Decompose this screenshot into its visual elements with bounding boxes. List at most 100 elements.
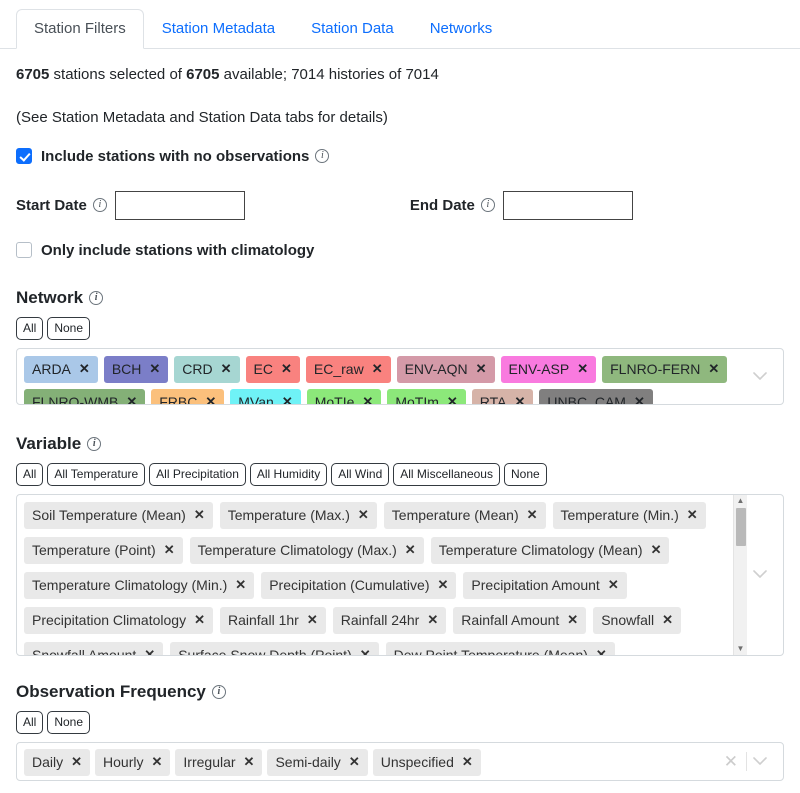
network-tag[interactable]: UNBC_CAM✕ (539, 389, 652, 404)
network-tag[interactable]: MoTIm✕ (387, 389, 465, 404)
remove-tag-icon[interactable]: ✕ (405, 543, 416, 556)
remove-tag-icon[interactable]: ✕ (244, 755, 255, 768)
remove-tag-icon[interactable]: ✕ (596, 648, 607, 655)
info-icon[interactable]: i (315, 149, 329, 163)
remove-tag-icon[interactable]: ✕ (281, 362, 292, 375)
frequency-tag[interactable]: Hourly✕ (95, 749, 170, 776)
variable-tag[interactable]: Surface Snow Depth (Point)✕ (170, 642, 378, 655)
remove-tag-icon[interactable]: ✕ (71, 755, 82, 768)
remove-tag-icon[interactable]: ✕ (447, 395, 458, 404)
remove-tag-icon[interactable]: ✕ (515, 395, 526, 404)
frequency-tag[interactable]: Unspecified✕ (373, 749, 481, 776)
network-select-none-button[interactable]: None (47, 317, 90, 340)
chevron-down-icon[interactable] (747, 757, 773, 766)
network-multiselect[interactable]: ARDA✕BCH✕CRD✕EC✕EC_raw✕ENV-AQN✕ENV-ASP✕F… (16, 348, 784, 405)
network-tag[interactable]: ENV-AQN✕ (397, 356, 495, 383)
network-tag[interactable]: EC_raw✕ (306, 356, 391, 383)
variable-tag[interactable]: Soil Temperature (Mean)✕ (24, 502, 213, 529)
variable-scrollbar[interactable]: ▲ ▼ (733, 495, 747, 655)
remove-tag-icon[interactable]: ✕ (476, 362, 487, 375)
chevron-down-icon[interactable] (747, 570, 773, 579)
variable-tag[interactable]: Precipitation (Cumulative)✕ (261, 572, 456, 599)
variable-tag[interactable]: Temperature (Point)✕ (24, 537, 183, 564)
remove-tag-icon[interactable]: ✕ (527, 508, 538, 521)
network-tag[interactable]: FRBC✕ (151, 389, 224, 404)
remove-tag-icon[interactable]: ✕ (307, 613, 318, 626)
info-icon[interactable]: i (212, 685, 226, 699)
network-tag[interactable]: EC✕ (246, 356, 300, 383)
remove-tag-icon[interactable]: ✕ (358, 508, 369, 521)
variable-tag[interactable]: Rainfall 1hr✕ (220, 607, 326, 634)
frequency-tag[interactable]: Daily✕ (24, 749, 90, 776)
scroll-up-icon[interactable]: ▲ (737, 497, 745, 505)
tab-station-filters[interactable]: Station Filters (16, 9, 144, 49)
remove-tag-icon[interactable]: ✕ (438, 578, 449, 591)
network-tag[interactable]: FLNRO-WMB✕ (24, 389, 145, 404)
start-date-input[interactable] (115, 191, 245, 220)
variable-tag[interactable]: Temperature Climatology (Min.)✕ (24, 572, 254, 599)
frequency-select-none-button[interactable]: None (47, 711, 90, 734)
chevron-down-icon[interactable] (747, 372, 773, 381)
tab-station-metadata[interactable]: Station Metadata (144, 9, 293, 49)
remove-tag-icon[interactable]: ✕ (205, 395, 216, 404)
remove-tag-icon[interactable]: ✕ (360, 648, 371, 655)
frequency-multiselect[interactable]: Daily✕Hourly✕Irregular✕Semi-daily✕Unspec… (16, 742, 784, 781)
variable-tag[interactable]: Temperature (Min.)✕ (553, 502, 706, 529)
variable-quick-button[interactable]: All Precipitation (149, 463, 246, 486)
include-no-observations-row[interactable]: Include stations with no observations i (16, 148, 784, 165)
remove-tag-icon[interactable]: ✕ (462, 755, 473, 768)
network-tag[interactable]: FLNRO-FERN✕ (602, 356, 727, 383)
remove-tag-icon[interactable]: ✕ (372, 362, 383, 375)
variable-quick-button[interactable]: All Temperature (47, 463, 145, 486)
info-icon[interactable]: i (481, 198, 495, 212)
variable-quick-button[interactable]: None (504, 463, 547, 486)
remove-tag-icon[interactable]: ✕ (567, 613, 578, 626)
remove-tag-icon[interactable]: ✕ (362, 395, 373, 404)
network-tag[interactable]: CRD✕ (174, 356, 239, 383)
network-tag[interactable]: ARDA✕ (24, 356, 98, 383)
variable-tag[interactable]: Precipitation Amount✕ (463, 572, 626, 599)
network-tag[interactable]: BCH✕ (104, 356, 168, 383)
remove-tag-icon[interactable]: ✕ (634, 395, 645, 404)
variable-tag[interactable]: Temperature (Max.)✕ (220, 502, 377, 529)
network-tag[interactable]: RTA✕ (472, 389, 534, 404)
frequency-tag[interactable]: Irregular✕ (175, 749, 262, 776)
tab-station-data[interactable]: Station Data (293, 9, 412, 49)
variable-tag[interactable]: Temperature (Mean)✕ (384, 502, 546, 529)
remove-tag-icon[interactable]: ✕ (126, 395, 137, 404)
variable-tag[interactable]: Snowfall✕ (593, 607, 681, 634)
include-no-observations-checkbox[interactable] (16, 148, 32, 164)
remove-tag-icon[interactable]: ✕ (282, 395, 293, 404)
variable-tag[interactable]: Rainfall Amount✕ (453, 607, 586, 634)
network-tag[interactable]: ENV-ASP✕ (501, 356, 597, 383)
info-icon[interactable]: i (93, 198, 107, 212)
only-climatology-checkbox[interactable] (16, 242, 32, 258)
remove-tag-icon[interactable]: ✕ (687, 508, 698, 521)
network-select-all-button[interactable]: All (16, 317, 43, 340)
remove-tag-icon[interactable]: ✕ (349, 755, 360, 768)
clear-selection-icon[interactable]: ✕ (716, 753, 746, 770)
remove-tag-icon[interactable]: ✕ (577, 362, 588, 375)
frequency-tag[interactable]: Semi-daily✕ (267, 749, 367, 776)
network-tag[interactable]: MoTIe✕ (307, 389, 382, 404)
remove-tag-icon[interactable]: ✕ (427, 613, 438, 626)
tab-networks[interactable]: Networks (412, 9, 511, 49)
variable-quick-button[interactable]: All Wind (331, 463, 389, 486)
network-tag[interactable]: MVan✕ (230, 389, 300, 404)
remove-tag-icon[interactable]: ✕ (194, 613, 205, 626)
variable-multiselect[interactable]: Soil Temperature (Mean)✕ Temperature (Max… (16, 494, 784, 656)
remove-tag-icon[interactable]: ✕ (651, 543, 662, 556)
info-icon[interactable]: i (87, 437, 101, 451)
variable-quick-button[interactable]: All (16, 463, 43, 486)
remove-tag-icon[interactable]: ✕ (235, 578, 246, 591)
remove-tag-icon[interactable]: ✕ (708, 362, 719, 375)
variable-tag[interactable]: Rainfall 24hr✕ (333, 607, 447, 634)
info-icon[interactable]: i (89, 291, 103, 305)
scroll-down-icon[interactable]: ▼ (737, 645, 745, 653)
only-climatology-row[interactable]: Only include stations with climatology (16, 242, 784, 259)
remove-tag-icon[interactable]: ✕ (152, 755, 163, 768)
scrollbar-thumb[interactable] (736, 508, 746, 546)
remove-tag-icon[interactable]: ✕ (149, 362, 160, 375)
variable-tag[interactable]: Temperature Climatology (Max.)✕ (190, 537, 424, 564)
variable-tag[interactable]: Temperature Climatology (Mean)✕ (431, 537, 670, 564)
